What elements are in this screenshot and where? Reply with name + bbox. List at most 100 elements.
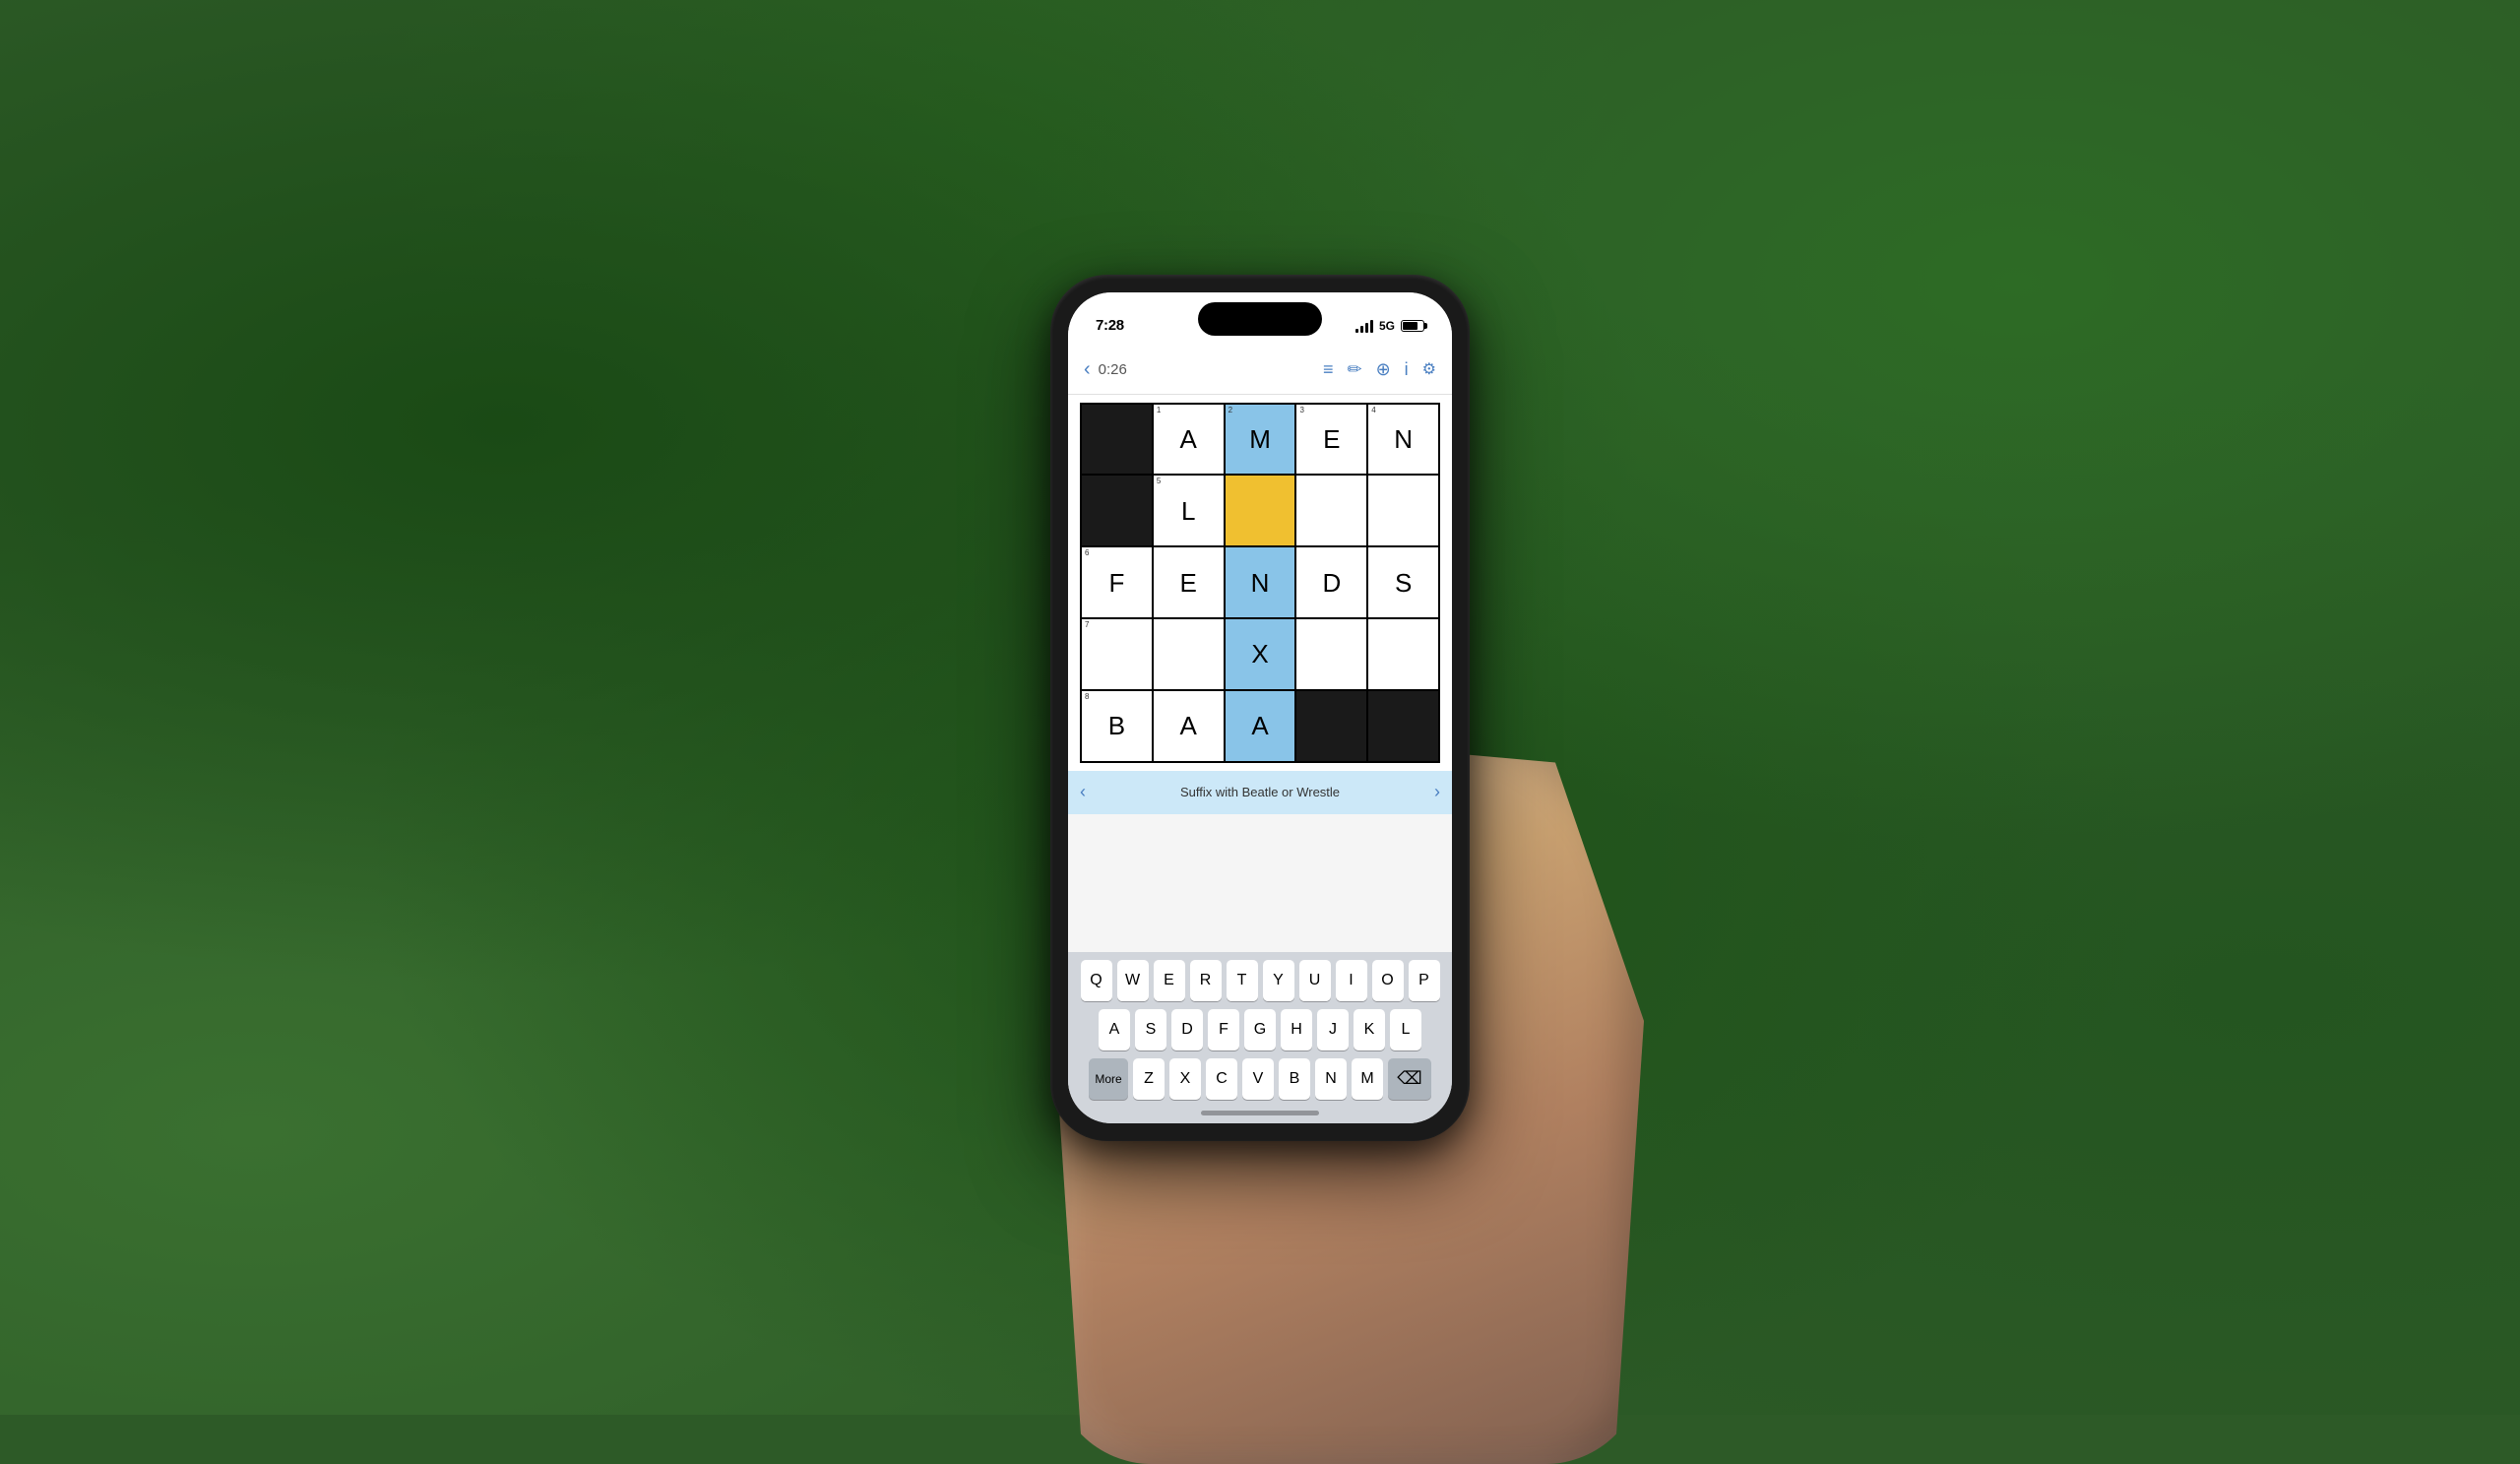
grid-cell-r1-c0[interactable]	[1082, 476, 1152, 545]
grid-cell-r0-c3[interactable]: 3E	[1296, 405, 1366, 475]
grid-cell-r0-c2[interactable]: 2M	[1226, 405, 1295, 475]
key-L[interactable]: L	[1390, 1009, 1421, 1050]
toolbar-right: ≡ ✏ ⊕ i ⚙	[1323, 359, 1436, 380]
grid-cell-r2-c3[interactable]: D	[1296, 547, 1366, 617]
gear-icon[interactable]: ⚙	[1422, 359, 1436, 379]
cell-letter: A	[1180, 426, 1197, 452]
grid-cell-r2-c1[interactable]: E	[1154, 547, 1224, 617]
key-V[interactable]: V	[1242, 1058, 1274, 1100]
grid-cell-r3-c4[interactable]	[1368, 619, 1438, 689]
cell-letter: A	[1180, 713, 1197, 738]
grid-cell-r3-c3[interactable]	[1296, 619, 1366, 689]
key-C[interactable]: C	[1206, 1058, 1237, 1100]
delete-button[interactable]: ⌫	[1388, 1058, 1431, 1100]
grid-cell-r2-c2[interactable]: N	[1226, 547, 1295, 617]
key-F[interactable]: F	[1208, 1009, 1239, 1050]
grid-cell-r0-c4[interactable]: 4N	[1368, 405, 1438, 475]
cell-letter: D	[1322, 570, 1341, 596]
key-M[interactable]: M	[1352, 1058, 1383, 1100]
grid-cell-r1-c2[interactable]	[1226, 476, 1295, 545]
more-button[interactable]: More	[1089, 1058, 1128, 1100]
grid-cell-r4-c4[interactable]	[1368, 691, 1438, 761]
crossword-area: 1A2M3E4N5L6FENDS7X8BAA ‹ Suffix with Bea…	[1068, 395, 1452, 814]
cell-letter: B	[1108, 713, 1125, 738]
signal-bar-2	[1360, 326, 1363, 333]
cell-letter: A	[1251, 713, 1268, 738]
pencil-icon[interactable]: ✏	[1347, 359, 1361, 380]
key-H[interactable]: H	[1281, 1009, 1312, 1050]
key-U[interactable]: U	[1299, 960, 1331, 1001]
target-icon[interactable]: ⊕	[1376, 359, 1391, 380]
signal-bar-1	[1355, 329, 1358, 333]
crossword-grid[interactable]: 1A2M3E4N5L6FENDS7X8BAA	[1080, 403, 1440, 763]
dynamic-island	[1198, 302, 1322, 336]
keyboard-row-1: Q W E R T Y U I O P	[1071, 960, 1449, 1001]
key-X[interactable]: X	[1169, 1058, 1201, 1100]
back-chevron-icon[interactable]: ‹	[1084, 358, 1091, 381]
cell-letter: F	[1108, 570, 1124, 596]
cell-letter: X	[1251, 641, 1268, 667]
toolbar-left: ‹ 0:26	[1084, 358, 1127, 381]
clue-bar: ‹ Suffix with Beatle or Wrestle ›	[1068, 771, 1452, 814]
grid-cell-r3-c1[interactable]	[1154, 619, 1224, 689]
grid-cell-r2-c0[interactable]: 6F	[1082, 547, 1152, 617]
grid-cell-r4-c3[interactable]	[1296, 691, 1366, 761]
key-E[interactable]: E	[1154, 960, 1185, 1001]
grid-cell-r1-c1[interactable]: 5L	[1154, 476, 1224, 545]
status-right: 5G	[1355, 319, 1424, 333]
cell-letter: L	[1181, 498, 1195, 524]
next-clue-arrow[interactable]: ›	[1434, 782, 1440, 802]
list-icon[interactable]: ≡	[1323, 359, 1334, 380]
cell-letter: E	[1323, 426, 1340, 452]
key-K[interactable]: K	[1354, 1009, 1385, 1050]
cell-letter: N	[1394, 426, 1413, 452]
cell-number: 5	[1157, 477, 1161, 485]
info-icon[interactable]: i	[1405, 359, 1409, 380]
keyboard-row-2: A S D F G H J K L	[1071, 1009, 1449, 1050]
grid-cell-r4-c1[interactable]: A	[1154, 691, 1224, 761]
battery-icon	[1401, 320, 1424, 332]
key-G[interactable]: G	[1244, 1009, 1276, 1050]
key-J[interactable]: J	[1317, 1009, 1349, 1050]
key-D[interactable]: D	[1171, 1009, 1203, 1050]
key-B[interactable]: B	[1279, 1058, 1310, 1100]
grid-cell-r4-c0[interactable]: 8B	[1082, 691, 1152, 761]
key-W[interactable]: W	[1117, 960, 1149, 1001]
clue-text: Suffix with Beatle or Wrestle	[1086, 785, 1434, 799]
status-time: 7:28	[1096, 317, 1124, 334]
app-toolbar: ‹ 0:26 ≡ ✏ ⊕ i ⚙	[1068, 346, 1452, 395]
key-Q[interactable]: Q	[1081, 960, 1112, 1001]
grid-cell-r0-c0[interactable]	[1082, 405, 1152, 475]
cell-number: 3	[1299, 407, 1303, 414]
key-O[interactable]: O	[1372, 960, 1404, 1001]
keyboard-row-3: More Z X C V B N M ⌫	[1071, 1058, 1449, 1100]
signal-bar-4	[1370, 320, 1373, 333]
grid-cell-r1-c3[interactable]	[1296, 476, 1366, 545]
key-I[interactable]: I	[1336, 960, 1367, 1001]
key-S[interactable]: S	[1135, 1009, 1166, 1050]
grid-cell-r1-c4[interactable]	[1368, 476, 1438, 545]
key-A[interactable]: A	[1099, 1009, 1130, 1050]
phone-body: 7:28 5G ‹ 0:26 ≡	[1068, 292, 1452, 1123]
grid-container: 1A2M3E4N5L6FENDS7X8BAA	[1068, 395, 1452, 771]
cell-number: 8	[1085, 693, 1089, 701]
key-Z[interactable]: Z	[1133, 1058, 1165, 1100]
grid-cell-r2-c4[interactable]: S	[1368, 547, 1438, 617]
grid-cell-r4-c2[interactable]: A	[1226, 691, 1295, 761]
home-indicator	[1201, 1111, 1319, 1115]
key-T[interactable]: T	[1227, 960, 1258, 1001]
keyboard-area: Q W E R T Y U I O P A S D F G H J K	[1068, 952, 1452, 1123]
key-Y[interactable]: Y	[1263, 960, 1294, 1001]
cell-number: 1	[1157, 407, 1161, 414]
grid-cell-r3-c2[interactable]: X	[1226, 619, 1295, 689]
timer-display: 0:26	[1099, 361, 1127, 378]
key-R[interactable]: R	[1190, 960, 1222, 1001]
battery-fill	[1403, 322, 1418, 330]
grid-cell-r3-c0[interactable]: 7	[1082, 619, 1152, 689]
cell-letter: N	[1251, 570, 1270, 596]
key-N[interactable]: N	[1315, 1058, 1347, 1100]
cell-number: 7	[1085, 621, 1089, 629]
key-P[interactable]: P	[1409, 960, 1440, 1001]
status-bar: 7:28 5G	[1068, 292, 1452, 346]
grid-cell-r0-c1[interactable]: 1A	[1154, 405, 1224, 475]
